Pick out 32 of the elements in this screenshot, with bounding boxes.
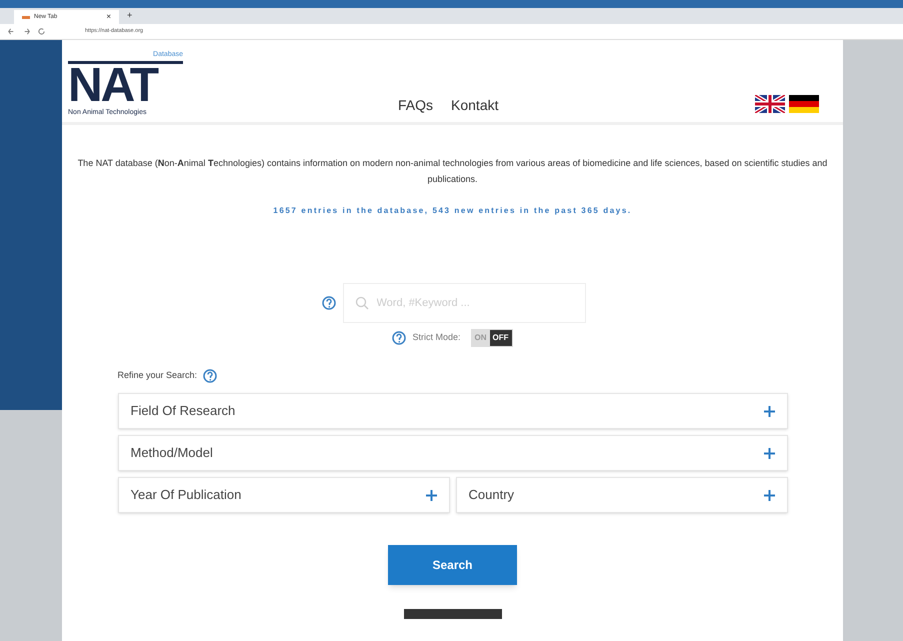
filter-accordion[interactable]: Field Of Research bbox=[118, 393, 788, 429]
intro-text: The NAT database (Non-Animal Technologies) contains information on modern non-animal technologies from various areas of biomedicine and life sciences, based on scientific studies and publications. bbox=[76, 157, 828, 186]
uk-flag-icon[interactable] bbox=[755, 95, 785, 113]
filter-accordion[interactable]: Country bbox=[456, 477, 788, 513]
strict-mode-toggle[interactable]: ON OFF bbox=[470, 329, 512, 347]
search-icon bbox=[354, 296, 368, 310]
tab-favicon-icon bbox=[22, 16, 30, 18]
plus-icon bbox=[764, 448, 774, 458]
filter-accordion[interactable]: Method/Model bbox=[118, 435, 788, 471]
back-icon[interactable] bbox=[8, 28, 15, 35]
new-tab-icon[interactable]: + bbox=[127, 9, 132, 23]
close-icon[interactable]: × bbox=[106, 11, 111, 23]
plus-icon bbox=[426, 490, 436, 500]
strict-mode-label: Strict Mode: bbox=[412, 331, 460, 344]
filter-label: Field Of Research bbox=[130, 402, 236, 420]
nav-link[interactable]: Kontakt bbox=[451, 95, 498, 116]
plus-icon bbox=[764, 406, 774, 416]
stats-text: 1657 entries in the database, 543 new entries in the past 365 days. bbox=[273, 205, 632, 217]
filter-label: Year Of Publication bbox=[130, 486, 242, 504]
forward-icon[interactable] bbox=[23, 28, 30, 35]
filter-label: Country bbox=[468, 486, 514, 504]
help-icon[interactable] bbox=[392, 331, 406, 345]
search-button[interactable]: Search bbox=[388, 545, 517, 585]
filter-accordion[interactable]: Year Of Publication bbox=[118, 477, 450, 513]
refine-label: Refine your Search: bbox=[118, 369, 198, 382]
filter-label: Method/Model bbox=[130, 444, 213, 462]
german-flag-icon[interactable] bbox=[789, 95, 819, 113]
plus-icon bbox=[764, 490, 774, 500]
help-icon[interactable] bbox=[322, 296, 336, 310]
reload-icon[interactable] bbox=[38, 28, 45, 35]
help-icon[interactable] bbox=[203, 369, 218, 383]
nav-link[interactable]: FAQs bbox=[398, 95, 434, 116]
